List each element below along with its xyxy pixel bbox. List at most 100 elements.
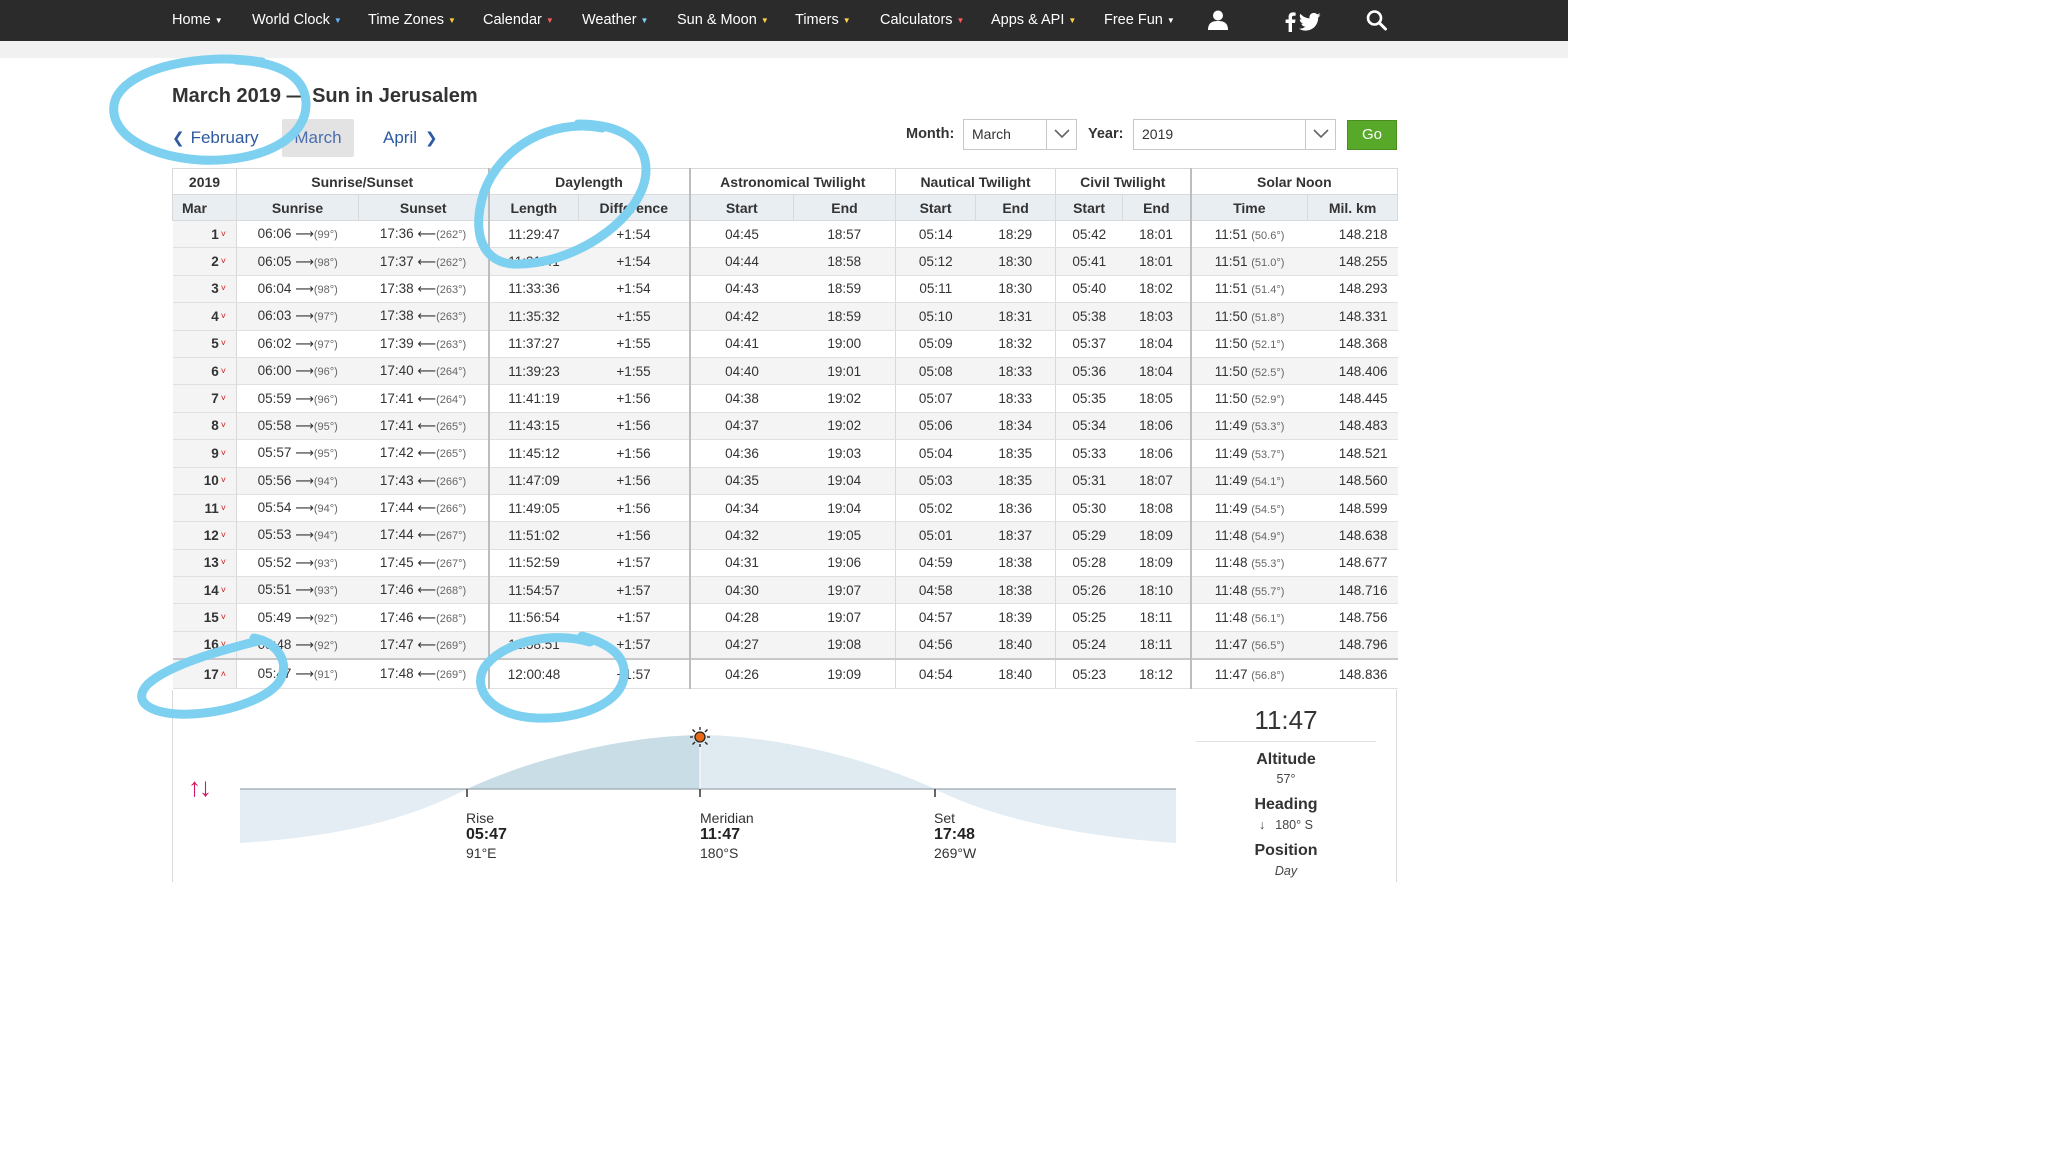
arrow-right-icon: ⟶ [295,363,314,379]
nautical-end-cell: 18:38 [975,576,1056,605]
nav-world-clock[interactable]: World Clock ▼ [252,0,342,41]
civil-end-cell: 18:06 [1122,412,1191,441]
rise-direction: 91°E [466,845,497,861]
user-icon[interactable] [1207,9,1229,31]
arrow-left-icon: ⟵ [417,417,437,433]
nav-home[interactable]: Home ▼ [172,0,223,41]
day-number: 4 [211,308,219,324]
arrow-left-icon: ⟵ [417,609,437,625]
search-icon[interactable] [1366,9,1387,31]
solar-noon-altitude: (52.5°) [1251,366,1285,379]
daylength-cell: 11:47:09 [487,467,579,495]
expand-chevron-icon[interactable]: ˅ [221,366,226,376]
nautical-end-cell: 18:33 [975,384,1056,413]
sunrise-time: 06:02 [257,335,292,351]
expand-chevron-icon[interactable]: ˅ [221,612,226,622]
difference-cell: +1:57 [578,576,690,605]
expand-chevron-icon[interactable]: ˅ [221,557,226,567]
distance-cell: 148.406 [1307,357,1398,386]
day-cell[interactable]: 17 ˄ [172,657,237,690]
nautical-end-cell: 18:35 [975,439,1056,468]
sunset-time: 17:48 [379,666,414,681]
daylength-cell: 11:39:23 [487,357,579,386]
altitude-label: Altitude [1256,751,1316,768]
expand-chevron-icon[interactable]: ˅ [221,393,226,403]
day-cell[interactable]: 13 ˅ [172,549,237,578]
sunset-cell: 17:46 ⟵(268°) [358,576,489,605]
day-cell[interactable]: 3 ˅ [172,275,237,304]
sunset-cell: 17:38 ⟵(263°) [358,302,489,331]
sunset-azimuth: (264°) [436,366,467,379]
expand-chevron-icon[interactable]: ˅ [221,639,226,649]
expand-chevron-icon[interactable]: ˅ [221,585,226,595]
nav-sun-moon[interactable]: Sun & Moon ▼ [677,0,769,41]
day-cell[interactable]: 6 ˅ [172,357,237,386]
nav-calendar[interactable]: Calendar ▼ [483,0,554,41]
month-select[interactable]: March [963,119,1077,150]
expand-chevron-icon[interactable]: ˅ [221,503,226,513]
facebook-icon[interactable] [1284,11,1296,33]
day-cell[interactable]: 16 ˅ [172,631,237,660]
nav-timers[interactable]: Timers ▼ [795,0,851,41]
sunrise-cell: 06:03 ⟶(97°) [236,302,359,331]
heading-label: Heading [1254,796,1318,813]
day-cell[interactable]: 15 ˅ [172,603,237,632]
expand-chevron-icon[interactable]: ˅ [221,229,226,239]
civil-end-cell: 18:04 [1122,330,1191,358]
day-number: 2 [211,254,219,270]
expand-chevron-icon[interactable]: ˅ [221,256,226,266]
nav-calculators[interactable]: Calculators ▼ [880,0,964,41]
day-cell[interactable]: 12 ˅ [172,521,237,550]
civil-start-cell: 05:25 [1055,603,1123,632]
table-row: 4 ˅ 06:03 ⟶(97°) 17:38 ⟵(263°) 11:35:32 +1:55… [172,302,1398,331]
expand-chevron-icon[interactable]: ˄ [221,669,226,679]
expand-chevron-icon[interactable]: ˅ [221,283,226,293]
day-cell[interactable]: 8 ˅ [172,412,237,441]
expand-chevron-icon[interactable]: ˅ [221,530,226,540]
civil-end-cell: 18:08 [1122,494,1191,523]
civil-end-cell: 18:12 [1122,657,1191,690]
solar-noon-cell: 11:51 (51.0°) [1189,247,1308,276]
arrow-right-icon: ⟶ [295,445,314,461]
nav-apps-api[interactable]: Apps & API ▼ [991,0,1076,41]
go-button[interactable]: Go [1347,120,1397,150]
prev-month-link[interactable]: ❮ February [172,125,259,157]
table-row: 7 ˅ 05:59 ⟶(96°) 17:41 ⟵(264°) 11:41:19 +1:56… [172,384,1398,413]
sunrise-azimuth: (96°) [313,366,338,379]
expand-chevron-icon[interactable]: ˅ [221,475,226,485]
expand-chevron-icon[interactable]: ˅ [221,338,226,348]
nautical-end-cell: 18:39 [975,603,1056,632]
astro-end-cell: 19:00 [793,330,896,358]
day-cell[interactable]: 10 ˅ [172,467,237,495]
arrow-right-icon: ⟶ [295,527,314,543]
nav-time-zones[interactable]: Time Zones ▼ [368,0,456,41]
day-cell[interactable]: 7 ˅ [172,384,237,413]
arrow-left-icon: ⟵ [417,280,437,296]
day-cell[interactable]: 2 ˅ [172,247,237,276]
header-length: Length [487,194,580,221]
day-cell[interactable]: 9 ˅ [172,439,237,468]
expand-chevron-icon[interactable]: ˅ [221,448,226,458]
twitter-icon[interactable] [1299,11,1321,33]
day-cell[interactable]: 5 ˅ [172,330,237,358]
next-month-label: April [383,128,418,147]
expand-chevron-icon[interactable]: ˅ [221,311,226,321]
caret-down-icon: ▼ [1068,16,1077,25]
sunset-cell: 17:44 ⟵(267°) [358,521,489,550]
expand-chevron-icon[interactable]: ˅ [221,420,226,430]
day-cell[interactable]: 14 ˅ [172,576,237,605]
nav-weather[interactable]: Weather ▼ [582,0,648,41]
day-cell[interactable]: 1 ˅ [172,220,237,249]
solar-noon-time: 11:50 [1214,336,1248,352]
next-month-link[interactable]: April ❯ [383,125,438,157]
year-select[interactable]: 2019 [1133,119,1336,150]
civil-end-cell: 18:01 [1122,220,1191,249]
sunset-azimuth: (269°) [436,639,467,652]
nav-free-fun[interactable]: Free Fun ▼ [1104,0,1175,41]
day-cell[interactable]: 11 ˅ [172,494,237,523]
sunrise-azimuth: (92°) [313,612,338,625]
astro-end-cell: 19:09 [793,657,896,690]
day-cell[interactable]: 4 ˅ [172,302,237,331]
header-daylength: Daylength [487,168,691,195]
arrow-left-icon: ⟵ [417,636,437,652]
